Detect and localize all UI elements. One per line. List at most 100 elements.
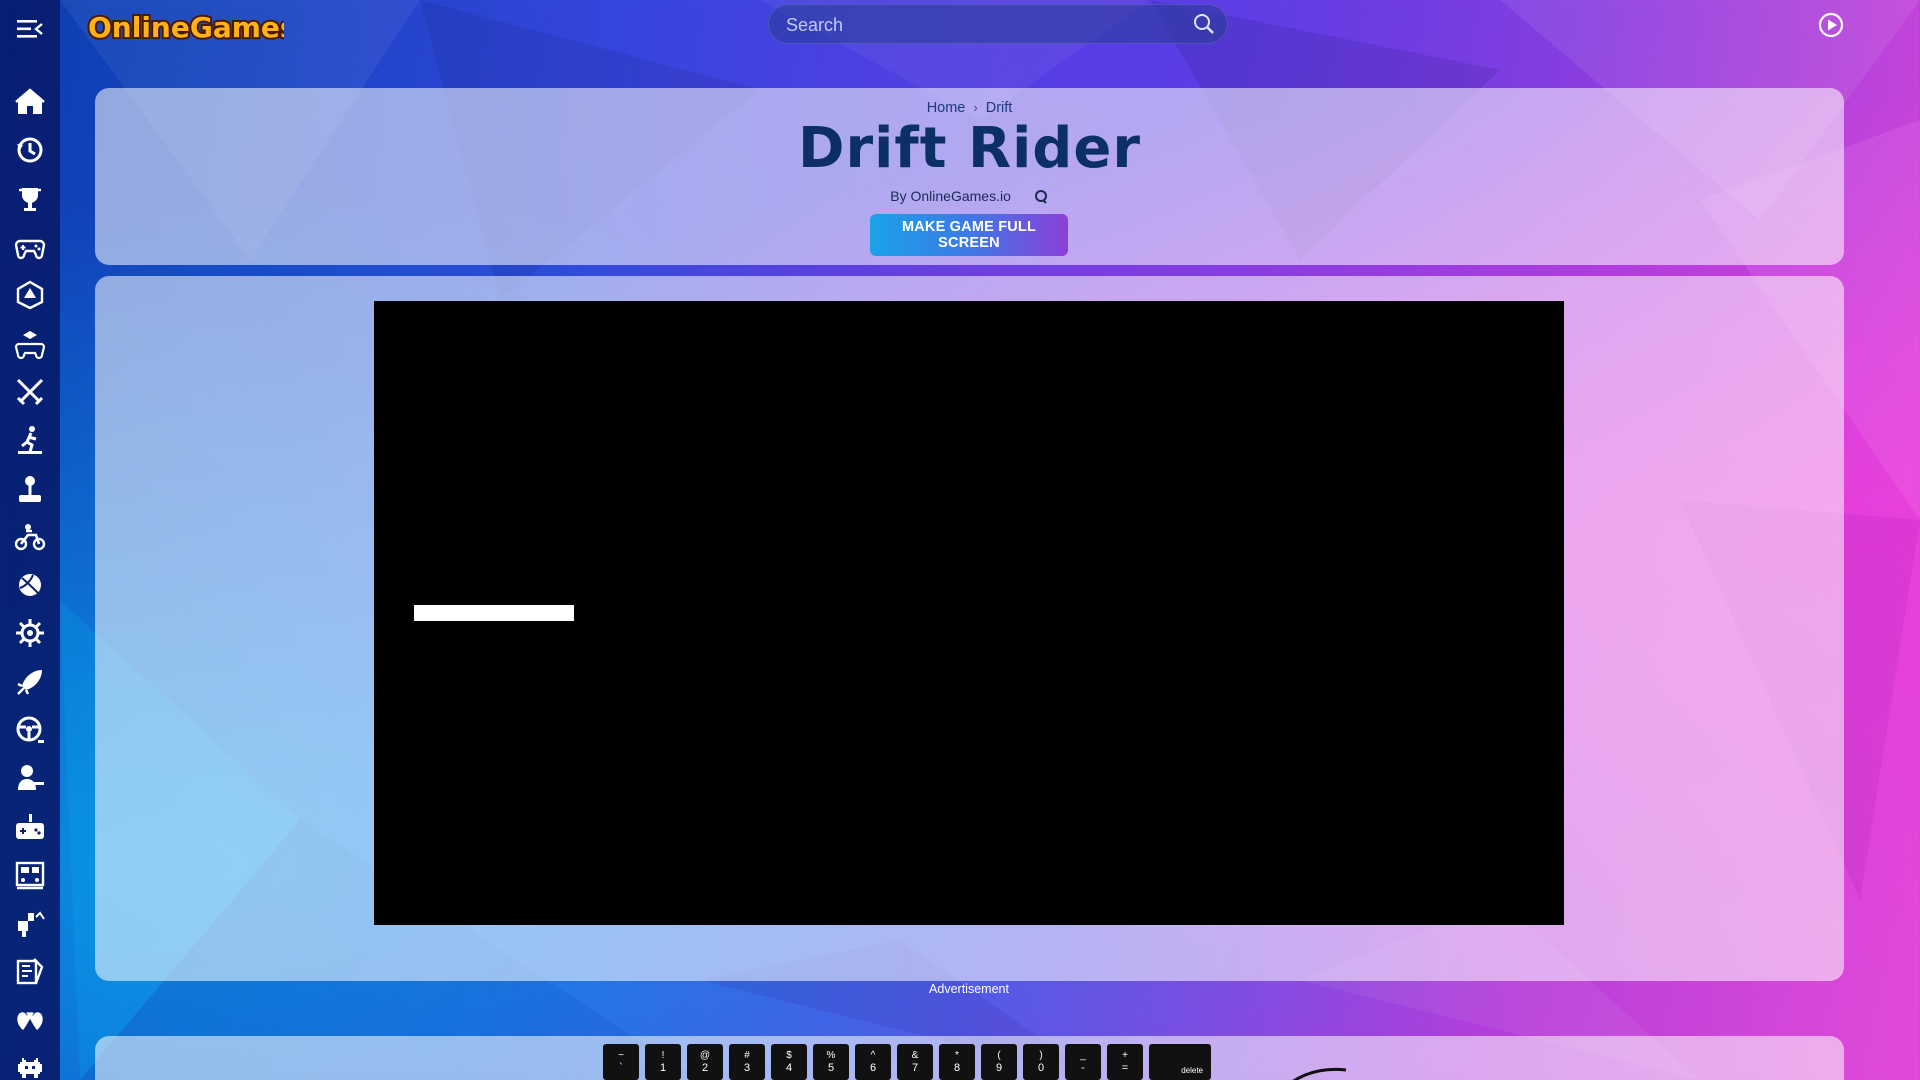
key-8[interactable]: * 8: [939, 1044, 975, 1080]
key-shift-label: ~: [618, 1050, 624, 1061]
category-nav: [0, 78, 60, 1080]
key-minus[interactable]: _ -: [1065, 1044, 1101, 1080]
key-shift-label: $: [786, 1050, 792, 1061]
sidebar-item-driving[interactable]: [0, 706, 60, 754]
sidebar-item-sports[interactable]: [0, 561, 60, 609]
key-label: 5: [827, 1062, 835, 1074]
space-invader-icon: [18, 1058, 42, 1079]
svg-text:OnlineGames.io: OnlineGames.io: [88, 11, 284, 44]
crossed-swords-icon: [16, 378, 44, 405]
key-5[interactable]: % 5: [813, 1044, 849, 1080]
sidebar-item-bike[interactable]: [0, 513, 60, 561]
search-input[interactable]: [784, 4, 1168, 46]
chat-search-icon[interactable]: [1033, 189, 1049, 205]
home-icon: [15, 88, 45, 115]
game-canvas[interactable]: [374, 301, 1564, 925]
sidebar-item-tournaments[interactable]: [0, 175, 60, 223]
sidebar-item-building[interactable]: [0, 899, 60, 947]
train-icon: [15, 861, 45, 890]
key-label: 2: [701, 1062, 709, 1074]
key-shift-label: +: [1122, 1050, 1128, 1061]
hearts-icon: [17, 1011, 43, 1030]
key-delete[interactable]: delete: [1149, 1044, 1211, 1080]
key-label: `: [619, 1062, 623, 1074]
robot-controller-icon: [16, 813, 44, 839]
search-button[interactable]: [1190, 10, 1218, 38]
byline: By OnlineGames.io: [95, 188, 1844, 205]
sidebar-item-3d[interactable]: [0, 319, 60, 367]
key-label: 3: [743, 1062, 751, 1074]
sidebar-item-home[interactable]: [0, 78, 60, 126]
key-label: 9: [995, 1062, 1003, 1074]
key-9[interactable]: (9: [981, 1044, 1017, 1080]
key-equals[interactable]: + =: [1107, 1044, 1143, 1080]
key-label: =: [1121, 1062, 1129, 1074]
key-shift-label: ): [1039, 1050, 1043, 1061]
sidebar: [0, 0, 60, 1080]
key-2[interactable]: @2: [687, 1044, 723, 1080]
fullscreen-button[interactable]: MAKE GAME FULL SCREEN: [870, 214, 1068, 256]
sidebar-item-dice[interactable]: [0, 271, 60, 319]
sidebar-item-skill[interactable]: [0, 416, 60, 464]
key-shift-label: @: [699, 1050, 711, 1061]
page-title: Drift Rider: [798, 116, 1141, 181]
key-shift-label: ^: [870, 1050, 876, 1061]
sidebar-item-history[interactable]: [0, 126, 60, 174]
sidebar-item-retro[interactable]: [0, 1044, 60, 1080]
ball-icon: [19, 574, 41, 597]
motorbike-icon: [14, 523, 46, 551]
breadcrumb-category-link[interactable]: Drift: [986, 100, 1013, 116]
sidebar-item-arcade[interactable]: [0, 464, 60, 512]
game-header-panel: Home › Drift Drift Rider By OnlineGames.io…: [95, 88, 1844, 265]
key-6[interactable]: ^ 6: [855, 1044, 891, 1080]
key-shift-label: _: [1080, 1050, 1086, 1061]
history-icon: [17, 137, 43, 163]
key-label: -: [1081, 1062, 1085, 1074]
trophy-icon: [19, 187, 41, 211]
key-shift-label: &: [911, 1050, 919, 1061]
key-shift-label: %: [826, 1050, 836, 1061]
play-button[interactable]: [1816, 10, 1846, 40]
sidebar-item-shooting[interactable]: [0, 754, 60, 802]
publisher-link[interactable]: By OnlineGames.io: [890, 188, 1011, 204]
menu-icon: [17, 20, 43, 38]
menu-toggle-button[interactable]: [12, 14, 48, 44]
key-label: delete: [1181, 1066, 1203, 1075]
sidebar-item-two-player[interactable]: [0, 996, 60, 1044]
building-blocks-icon: [18, 911, 45, 938]
key-4[interactable]: $4: [771, 1044, 807, 1080]
site-logo[interactable]: OnlineGames.io: [84, 3, 284, 49]
key-shift-label: *: [955, 1050, 959, 1061]
joystick-icon: [19, 475, 41, 502]
decorative-swoosh: [1292, 1067, 1347, 1080]
sidebar-item-fighting[interactable]: [0, 368, 60, 416]
key-7[interactable]: & 7: [897, 1044, 933, 1080]
sidebar-item-simulation[interactable]: [0, 851, 60, 899]
breadcrumb-home-link[interactable]: Home: [927, 100, 966, 116]
breadcrumb-separator: ›: [973, 100, 978, 115]
play-circle-icon: [1818, 12, 1844, 38]
search-bar: [768, 4, 1228, 46]
key-label: 6: [869, 1062, 877, 1074]
key-backtick[interactable]: ~ `: [603, 1044, 639, 1080]
sidebar-item-strategy[interactable]: [0, 609, 60, 657]
key-shift-label: !: [661, 1050, 665, 1061]
key-0[interactable]: ) 0: [1023, 1044, 1059, 1080]
key-label: 8: [953, 1062, 961, 1074]
key-3[interactable]: #3: [729, 1044, 765, 1080]
key-label: 0: [1037, 1062, 1045, 1074]
breadcrumb: Home › Drift: [95, 100, 1844, 116]
sidebar-item-io[interactable]: [0, 802, 60, 850]
key-label: 7: [911, 1062, 919, 1074]
sidebar-item-action[interactable]: [0, 658, 60, 706]
key-shift-label: #: [744, 1050, 750, 1061]
key-1[interactable]: ! 1: [645, 1044, 681, 1080]
gamepad-icon: [14, 239, 46, 260]
runner-icon: [18, 426, 42, 455]
search-icon: [1194, 14, 1214, 34]
on-screen-keyboard: ~ ` ! 1 @2 #3 $4 % 5 ^ 6 & 7 * 8 (9 ) 0 _ - + = d…: [603, 1044, 1211, 1080]
sidebar-item-gamepad[interactable]: [0, 223, 60, 271]
steering-wheel-icon: [16, 716, 44, 743]
key-label: 1: [659, 1062, 667, 1074]
loading-bar: [414, 605, 574, 621]
